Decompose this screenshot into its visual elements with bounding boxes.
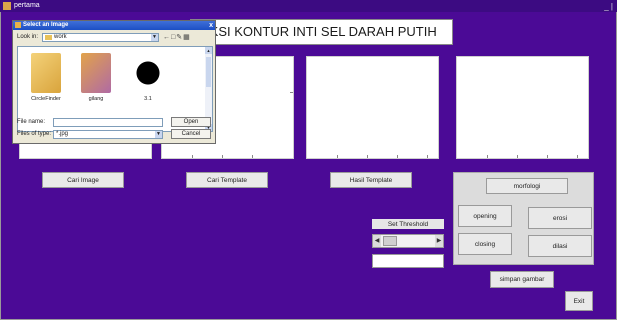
scroll-up-icon[interactable]: ▲ xyxy=(205,47,212,54)
matlab-icon xyxy=(3,2,11,10)
window-title: pertama xyxy=(14,2,40,9)
window-controls[interactable]: _ | xyxy=(604,1,613,13)
title-bar: pertama _ | xyxy=(0,0,617,12)
files-of-type-select[interactable]: *.jpg ▼ xyxy=(53,130,163,139)
cari-template-button[interactable]: Cari Template xyxy=(186,172,268,188)
simpan-gambar-button[interactable]: simpan gambar xyxy=(490,271,554,288)
erosi-button[interactable]: erosi xyxy=(528,207,592,229)
folder-icon xyxy=(81,53,111,93)
open-button[interactable]: Open xyxy=(171,117,211,127)
look-in-label: Look in: xyxy=(17,34,39,40)
folder-icon xyxy=(31,53,61,93)
threshold-slider[interactable]: ◀ ▶ xyxy=(372,234,444,248)
dialog-toolbar-icons[interactable]: ←□✎▦ xyxy=(163,33,191,41)
exit-button[interactable]: Exit xyxy=(565,291,593,311)
look-in-select[interactable]: work ▼ xyxy=(42,33,159,42)
page-title: EKSI KONTUR INTI SEL DARAH PUTIH xyxy=(190,19,453,45)
chevron-down-icon[interactable]: ▼ xyxy=(151,34,158,41)
list-item[interactable]: gilang xyxy=(74,53,118,102)
dialog-title-bar: Select an Image x xyxy=(13,21,215,30)
closing-button[interactable]: closing xyxy=(458,233,512,255)
image-thumbnail xyxy=(133,53,163,93)
cancel-button[interactable]: Cancel xyxy=(171,129,211,139)
axes-result xyxy=(306,56,439,159)
files-of-type-value: *.jpg xyxy=(56,131,69,137)
hasil-template-button[interactable]: Hasil Template xyxy=(330,172,412,188)
folder-icon xyxy=(45,35,52,40)
look-in-value: work xyxy=(54,34,67,40)
threshold-value-field[interactable] xyxy=(372,254,444,268)
list-item[interactable]: CircleFinder xyxy=(24,53,68,102)
threshold-label: Set Threshold xyxy=(372,219,444,229)
scroll-thumb[interactable] xyxy=(206,57,211,87)
opening-button[interactable]: opening xyxy=(458,205,512,227)
slider-thumb[interactable] xyxy=(383,236,397,246)
file-name: CircleFinder xyxy=(31,96,61,102)
chevron-down-icon[interactable]: ▼ xyxy=(155,131,162,138)
slider-left-arrow-icon[interactable]: ◀ xyxy=(373,235,381,247)
axes-morphology xyxy=(456,56,589,159)
list-item[interactable]: 3.1 xyxy=(126,53,170,102)
close-icon[interactable]: x xyxy=(209,21,213,30)
morfologi-button[interactable]: morfologi xyxy=(486,178,568,194)
dialog-title: Select an Image xyxy=(23,22,69,28)
files-of-type-label: Files of type: xyxy=(17,131,52,137)
file-name-input[interactable] xyxy=(53,118,163,127)
dialog-app-icon xyxy=(15,22,21,28)
slider-right-arrow-icon[interactable]: ▶ xyxy=(435,235,443,247)
file-name-label: File name: xyxy=(17,119,46,125)
file-name: 3.1 xyxy=(144,96,152,102)
select-image-dialog: Select an Image x Look in: work ▼ ←□✎▦ C… xyxy=(12,20,216,144)
dilasi-button[interactable]: dilasi xyxy=(528,235,592,257)
file-name: gilang xyxy=(88,96,104,102)
cari-image-button[interactable]: Cari Image xyxy=(42,172,124,188)
